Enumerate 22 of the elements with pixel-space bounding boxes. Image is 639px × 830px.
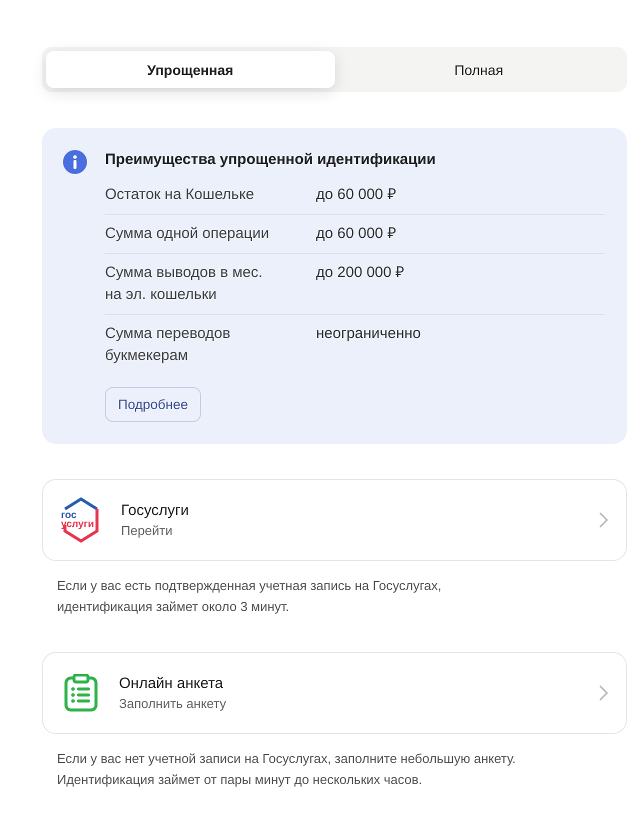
limit-value: до 200 000 ₽: [316, 263, 406, 283]
option-note: Если у вас нет учетной записи на Госуслугах, заполните небольшую анкету. Идентификация займет от пары минут до нескольких часов.: [56, 750, 517, 789]
limit-value: до 60 000 ₽: [316, 224, 398, 244]
chevron-right-icon: [599, 512, 608, 528]
option-card[interactable]: Онлайн анкета Заполнить анкету: [42, 652, 627, 734]
info-icon: [63, 150, 87, 174]
info-title: Преимущества упрощенной идентификации: [105, 150, 437, 170]
limit-label: Сумма переводов букмекерам: [105, 324, 232, 366]
option-subtitle: Перейти: [121, 523, 174, 538]
option-title: Онлайн анкета: [119, 675, 224, 692]
tab[interactable]: Упрощенная: [46, 51, 334, 88]
limit-value: до 60 000 ₽: [316, 185, 398, 205]
limit-label: Остаток на Кошельке: [105, 185, 256, 205]
option-note: Если у вас есть подтвержденная учетная запись на Госуслугах, идентификация займет около 3 минут.: [56, 577, 442, 616]
option-subtitle: Заполнить анкету: [119, 696, 228, 711]
limit-value: неограниченно: [316, 324, 422, 344]
option-title: Госуслуги: [121, 502, 190, 519]
limit-label: Сумма одной операции: [105, 224, 270, 244]
limit-label: Сумма выводов в мес. на эл. кошельки: [105, 263, 264, 305]
tab[interactable]: Полная: [334, 51, 623, 88]
details-button[interactable]: Подробнее: [105, 387, 202, 422]
chevron-right-icon: [599, 685, 608, 701]
